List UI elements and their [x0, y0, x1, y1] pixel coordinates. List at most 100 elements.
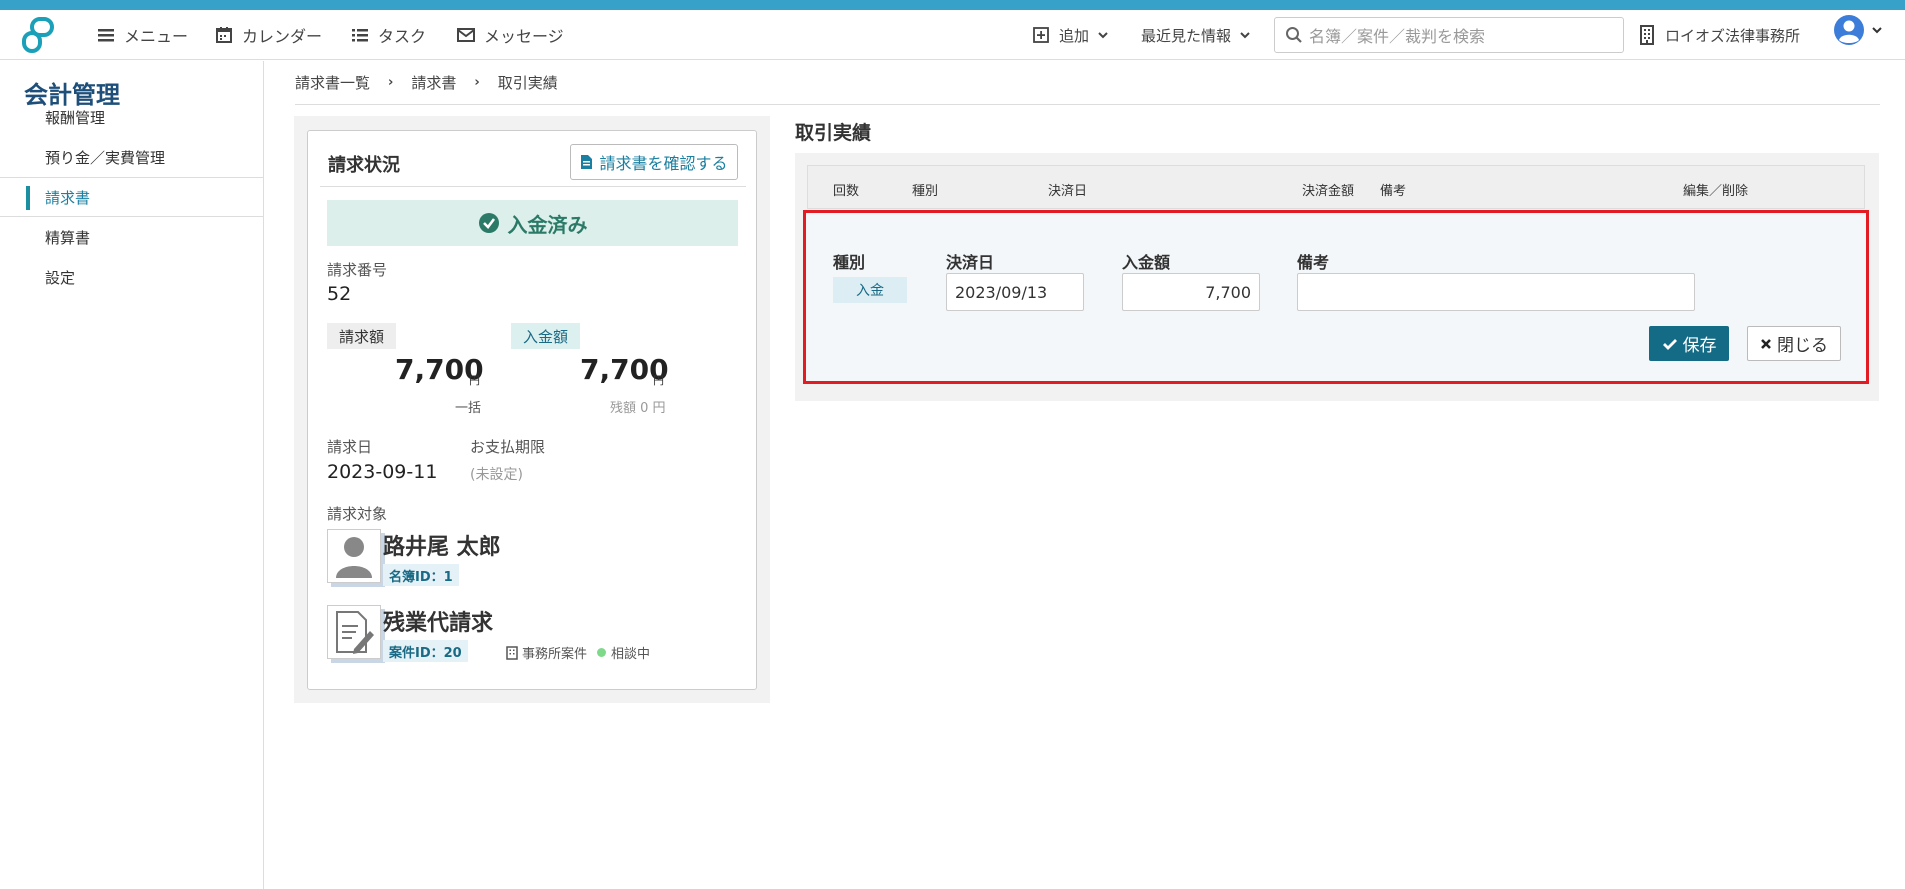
case-name[interactable]: 残業代請求 [383, 605, 493, 637]
case-status: 相談中 [611, 647, 651, 662]
person-name[interactable]: 路井尾 太郎 [383, 529, 501, 561]
case-meta: 事務所案件 相談中 [506, 643, 650, 662]
billed-yen: 円 [469, 374, 480, 387]
case-avatar[interactable] [327, 605, 381, 659]
paid-tag: 入金額 [511, 323, 581, 349]
card-divider [320, 186, 746, 187]
nav-menu-label: メニュー [124, 27, 189, 46]
sidebar: 会計管理 報酬管理 預り金／実費管理 請求書 精算書 設定 [0, 61, 264, 889]
chevron-right-icon: › [388, 75, 394, 90]
close-button[interactable]: 閉じる [1747, 326, 1841, 361]
breadcrumb-divider [295, 104, 1880, 105]
invoice-status-card: 請求状況 請求書を確認する 入金済み 請求番号 52 請求額 入金額 7,700… [307, 130, 757, 690]
nav-calendar-label: カレンダー [242, 27, 323, 46]
sidebar-item-fees[interactable]: 報酬管理 [0, 97, 264, 137]
nav-menu[interactable]: メニュー [96, 24, 188, 46]
case-id-badge: 案件ID：20 [383, 640, 468, 662]
status-badge: 入金済み [327, 200, 738, 246]
case-type: 事務所案件 [522, 647, 588, 662]
search-input[interactable]: 名簿／案件／裁判を検索 [1274, 17, 1624, 53]
due-date: (未設定) [470, 467, 523, 483]
status-dot-icon [597, 648, 607, 657]
nav-task[interactable]: タスク [350, 24, 426, 46]
header-round: 回数 [833, 184, 860, 199]
person-silhouette-icon [336, 537, 372, 578]
note-label: 備考 [1297, 253, 1330, 272]
paid-yen: 円 [653, 374, 664, 387]
invoice-number-label: 請求番号 [327, 261, 388, 279]
header-amount: 決済金額 [1302, 184, 1355, 199]
transactions-title: 取引実績 [795, 122, 872, 144]
nav-add[interactable]: 追加 [1031, 24, 1109, 46]
close-button-label: 閉じる [1777, 336, 1828, 355]
office-name-label: ロイオズ法律事務所 [1665, 26, 1801, 45]
billing-target-label: 請求対象 [327, 505, 388, 523]
top-accent-stripe [0, 0, 1905, 10]
check-icon [1662, 338, 1677, 350]
sidebar-item-invoices[interactable]: 請求書 [0, 177, 264, 217]
chevron-right-icon: › [474, 75, 480, 90]
sidebar-item-settings[interactable]: 設定 [0, 257, 264, 297]
nav-calendar[interactable]: カレンダー [214, 24, 322, 46]
nav-message[interactable]: メッセージ [456, 24, 564, 46]
amount-label: 入金額 [1122, 253, 1171, 272]
invoice-date-label: 請求日 [327, 438, 373, 456]
avatar-icon [1834, 15, 1864, 45]
breadcrumb-invoice-list[interactable]: 請求書一覧 [295, 72, 370, 93]
top-navbar: メニュー カレンダー タスク メッセージ 追加 最近見た情報 名簿／案件／裁判を… [0, 10, 1905, 60]
date-label: 決済日 [946, 253, 995, 272]
nav-recent-label: 最近見た情報 [1141, 26, 1232, 45]
header-date: 決済日 [1048, 184, 1088, 199]
hamburger-icon [98, 29, 114, 42]
nav-recent[interactable]: 最近見た情報 [1141, 24, 1251, 46]
chevron-down-icon [1098, 32, 1108, 39]
person-id-badge: 名簿ID：1 [383, 564, 459, 586]
user-menu[interactable] [1833, 15, 1883, 45]
calendar-icon [216, 27, 232, 43]
nav-add-label: 追加 [1059, 26, 1090, 45]
office-name[interactable]: ロイオズ法律事務所 [1637, 24, 1800, 46]
transactions-table-header: 回数 種別 決済日 決済金額 備考 編集／削除 [807, 165, 1865, 209]
building-icon [1640, 25, 1654, 45]
kind-value: 入金 [833, 277, 907, 303]
confirm-invoice-label: 請求書を確認する [599, 154, 728, 173]
save-button-label: 保存 [1682, 336, 1717, 355]
app-logo-icon[interactable] [20, 16, 58, 54]
payment-amount-input[interactable]: 7,700 [1122, 273, 1260, 311]
document-icon [581, 155, 593, 169]
person-avatar[interactable] [327, 529, 381, 583]
status-badge-label: 入金済み [507, 212, 588, 237]
confirm-invoice-button[interactable]: 請求書を確認する [570, 144, 738, 180]
breadcrumb-invoice[interactable]: 請求書 [411, 72, 456, 93]
breadcrumb: 請求書一覧 › 請求書 › 取引実績 [295, 72, 558, 93]
breadcrumb-current: 取引実績 [497, 74, 558, 92]
envelope-icon [457, 28, 475, 42]
payment-date-input[interactable]: 2023/09/13 [946, 273, 1084, 311]
document-pen-icon [336, 611, 374, 654]
search-placeholder: 名簿／案件／裁判を検索 [1309, 27, 1486, 46]
header-kind: 種別 [912, 184, 939, 199]
header-note: 備考 [1380, 184, 1407, 199]
kind-label: 種別 [833, 253, 866, 272]
sidebar-item-deposits[interactable]: 預り金／実費管理 [0, 137, 264, 177]
billed-note: 一括 [455, 401, 482, 416]
save-button[interactable]: 保存 [1649, 326, 1729, 361]
sidebar-item-settlements[interactable]: 精算書 [0, 217, 264, 257]
due-date-label: お支払期限 [470, 438, 546, 456]
plus-square-icon [1033, 27, 1049, 43]
check-circle-icon [478, 213, 499, 233]
balance-note: 残額 0 円 [610, 401, 666, 416]
invoice-number: 52 [327, 283, 352, 305]
search-icon [1286, 27, 1302, 43]
note-input[interactable] [1297, 273, 1695, 311]
building-icon [506, 645, 518, 660]
billed-tag: 請求額 [327, 323, 397, 349]
chevron-down-icon [1240, 32, 1250, 39]
invoice-status-title: 請求状況 [328, 155, 400, 176]
list-icon [352, 29, 368, 42]
chevron-down-icon [1872, 27, 1882, 34]
nav-task-label: タスク [378, 27, 427, 46]
close-icon [1761, 338, 1771, 349]
nav-message-label: メッセージ [484, 27, 564, 46]
header-edit: 編集／削除 [1683, 184, 1749, 199]
